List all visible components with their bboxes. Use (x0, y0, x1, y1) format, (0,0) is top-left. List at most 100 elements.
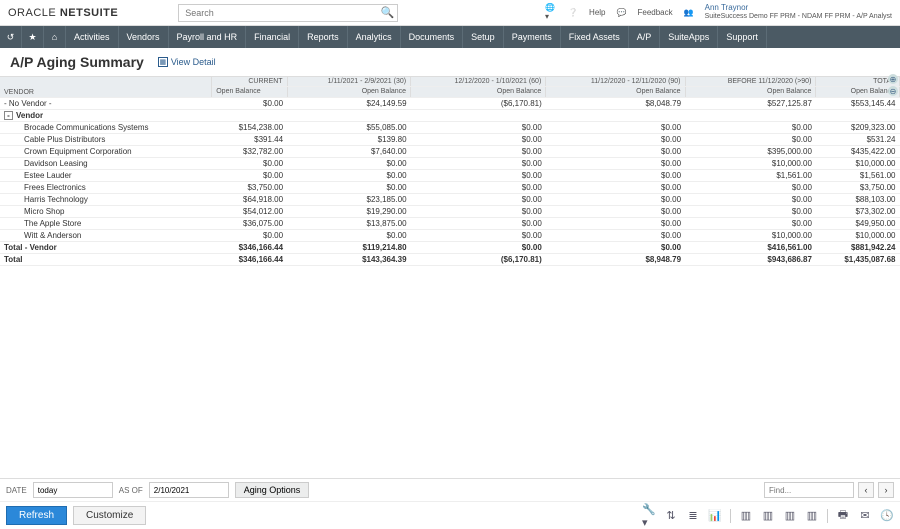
col-period-0[interactable]: CURRENT (212, 77, 287, 87)
row-name[interactable]: Witt & Anderson (0, 229, 212, 241)
options-icon[interactable]: 🔧▾ (642, 509, 656, 523)
aging-options-button[interactable]: Aging Options (235, 482, 310, 498)
cell-value: $435,422.00 (816, 145, 900, 157)
nav-reports[interactable]: Reports (299, 26, 348, 48)
export-pdf-icon[interactable]: ▥ (761, 509, 775, 523)
feedback-link[interactable]: Feedback (638, 8, 673, 17)
row-name[interactable]: -Vendor (0, 109, 212, 121)
customize-button[interactable]: Customize (73, 506, 146, 525)
find-next-button[interactable]: › (878, 482, 894, 498)
col-vendor[interactable]: VENDOR (0, 77, 212, 97)
export-csv-icon[interactable]: ▥ (783, 509, 797, 523)
col-period-5[interactable]: TOTAL (816, 77, 900, 87)
table-row[interactable]: Witt & Anderson$0.00$0.00$0.00$0.00$10,0… (0, 229, 900, 241)
expand-toggle[interactable]: - (4, 111, 13, 120)
col-period-3[interactable]: 11/12/2020 - 12/11/2020 (90) (546, 77, 685, 87)
nav-payments[interactable]: Payments (504, 26, 561, 48)
feedback-icon[interactable]: 💬 (616, 6, 628, 18)
nav-fixed-assets[interactable]: Fixed Assets (561, 26, 629, 48)
nav-payroll-and-hr[interactable]: Payroll and HR (169, 26, 247, 48)
view-detail-link[interactable]: ▦ View Detail (158, 57, 216, 67)
table-row[interactable]: Brocade Communications Systems$154,238.0… (0, 121, 900, 133)
user-menu[interactable]: Ann Traynor SuiteSuccess Demo FF PRM - N… (705, 4, 892, 20)
col-period-4[interactable]: BEFORE 11/12/2020 (>90) (685, 77, 816, 87)
filter-icon[interactable]: ≣ (686, 509, 700, 523)
print-icon[interactable]: 🖶 (836, 509, 850, 523)
nav-analytics[interactable]: Analytics (348, 26, 401, 48)
row-name[interactable]: Brocade Communications Systems (0, 121, 212, 133)
cell-value: $0.00 (685, 133, 816, 145)
row-name[interactable]: Estee Lauder (0, 169, 212, 181)
nav-support[interactable]: Support (718, 26, 767, 48)
row-name[interactable]: Cable Plus Distributors (0, 133, 212, 145)
asof-input[interactable] (149, 482, 229, 498)
nav-star-icon[interactable]: ★ (22, 26, 44, 48)
table-row[interactable]: Frees Electronics$3,750.00$0.00$0.00$0.0… (0, 181, 900, 193)
search-icon[interactable]: 🔍 (381, 6, 395, 19)
cell-value: $0.00 (287, 157, 410, 169)
nav-financial[interactable]: Financial (246, 26, 299, 48)
global-search-input[interactable] (178, 4, 398, 22)
col-period-1[interactable]: 1/11/2021 - 2/9/2021 (30) (287, 77, 410, 87)
table-row[interactable]: Cable Plus Distributors$391.44$139.80$0.… (0, 133, 900, 145)
cell-value: $0.00 (411, 205, 546, 217)
table-row[interactable]: Crown Equipment Corporation$32,782.00$7,… (0, 145, 900, 157)
refresh-button[interactable]: Refresh (6, 506, 67, 525)
report-grid: VENDOR CURRENT 1/11/2021 - 2/9/2021 (30)… (0, 76, 900, 266)
find-input[interactable] (764, 482, 854, 498)
main-nav: ↺ ★ ⌂ ActivitiesVendorsPayroll and HRFin… (0, 26, 900, 48)
col-sub-1[interactable]: Open Balance (287, 87, 410, 98)
col-period-2[interactable]: 12/12/2020 - 1/10/2021 (60) (411, 77, 546, 87)
cell-value: $0.00 (411, 121, 546, 133)
chart-icon[interactable]: 📊 (708, 509, 722, 523)
nav-suiteapps[interactable]: SuiteApps (660, 26, 718, 48)
row-name[interactable]: Crown Equipment Corporation (0, 145, 212, 157)
nav-documents[interactable]: Documents (401, 26, 464, 48)
schedule-icon[interactable]: 🕓 (880, 509, 894, 523)
export-excel-icon[interactable]: ▥ (739, 509, 753, 523)
table-row[interactable]: The Apple Store$36,075.00$13,875.00$0.00… (0, 217, 900, 229)
cell-value: $0.00 (685, 193, 816, 205)
nav-history-icon[interactable]: ↺ (0, 26, 22, 48)
find-prev-button[interactable]: ‹ (858, 482, 874, 498)
help-link[interactable]: Help (589, 8, 605, 17)
row-name[interactable]: Micro Shop (0, 205, 212, 217)
table-row[interactable]: Harris Technology$64,918.00$23,185.00$0.… (0, 193, 900, 205)
table-row[interactable]: Davidson Leasing$0.00$0.00$0.00$0.00$10,… (0, 157, 900, 169)
cell-value: ($6,170.81) (411, 97, 546, 109)
cell-value: $0.00 (546, 193, 685, 205)
table-row[interactable]: -Vendor (0, 109, 900, 121)
expand-pane-icon[interactable]: ⊕ (888, 74, 898, 84)
row-name[interactable]: Harris Technology (0, 193, 212, 205)
separator (827, 509, 828, 523)
cell-value: $0.00 (212, 97, 287, 109)
email-icon[interactable]: ✉ (858, 509, 872, 523)
date-input[interactable] (33, 482, 113, 498)
col-sub-4[interactable]: Open Balance (685, 87, 816, 98)
col-sub-0[interactable]: Open Balance (212, 87, 287, 98)
nav-activities[interactable]: Activities (66, 26, 119, 48)
row-name[interactable]: Davidson Leasing (0, 157, 212, 169)
sort-icon[interactable]: ⇅ (664, 509, 678, 523)
nav-setup[interactable]: Setup (463, 26, 504, 48)
table-row[interactable]: Estee Lauder$0.00$0.00$0.00$0.00$1,561.0… (0, 169, 900, 181)
cell-value: $55,085.00 (287, 121, 410, 133)
view-detail-icon: ▦ (158, 57, 168, 67)
separator (730, 509, 731, 523)
globe-icon[interactable]: 🌐▾ (545, 6, 557, 18)
collapse-pane-icon[interactable]: ⊖ (888, 86, 898, 96)
nav-home-icon[interactable]: ⌂ (44, 26, 66, 48)
col-sub-5[interactable]: Open Balance (816, 87, 900, 98)
row-name[interactable]: Frees Electronics (0, 181, 212, 193)
cell-value: $139.80 (287, 133, 410, 145)
nav-vendors[interactable]: Vendors (119, 26, 169, 48)
col-sub-2[interactable]: Open Balance (411, 87, 546, 98)
table-row[interactable]: Micro Shop$54,012.00$19,290.00$0.00$0.00… (0, 205, 900, 217)
user-icon[interactable]: 👥 (683, 6, 695, 18)
cell-value: $0.00 (212, 157, 287, 169)
export-doc-icon[interactable]: ▥ (805, 509, 819, 523)
help-icon[interactable]: ❔ (567, 6, 579, 18)
row-name[interactable]: The Apple Store (0, 217, 212, 229)
col-sub-3[interactable]: Open Balance (546, 87, 685, 98)
nav-a-p[interactable]: A/P (629, 26, 661, 48)
